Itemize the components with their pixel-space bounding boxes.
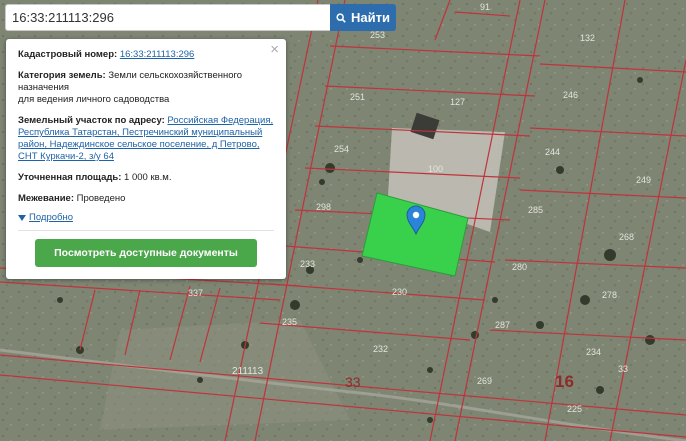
search-input[interactable] xyxy=(5,4,330,31)
area-row: Уточненная площадь: 1 000 кв.м. xyxy=(18,172,274,184)
parcel-label: 337 xyxy=(188,288,203,298)
cadastral-number-link[interactable]: 16:33:211113:296 xyxy=(120,49,195,60)
parcel-label: 298 xyxy=(316,202,331,212)
parcel-label: 91 xyxy=(480,2,490,12)
close-icon[interactable]: × xyxy=(270,42,279,57)
parcel-info-panel: × Кадастровый номер: 16:33:211113:296 Ка… xyxy=(6,39,286,279)
quarter-label: 16 xyxy=(555,372,574,391)
parcel-label: 285 xyxy=(528,205,543,215)
details-toggle[interactable]: Подробно xyxy=(18,212,274,224)
survey-value: Проведено xyxy=(76,193,126,204)
cadastral-number-row: Кадастровый номер: 16:33:211113:296 xyxy=(18,49,274,61)
details-toggle-label: Подробно xyxy=(29,212,73,223)
parcel-label: 251 xyxy=(350,92,365,102)
parcel-label: 234 xyxy=(586,347,601,357)
parcel-label: 269 xyxy=(477,376,492,386)
view-documents-button[interactable]: Посмотреть доступные документы xyxy=(35,239,257,267)
address-row: Земельный участок по адресу: Российская … xyxy=(18,115,274,163)
parcel-label: 100 xyxy=(428,164,443,174)
parcel-label: 127 xyxy=(450,97,465,107)
parcel-label: 232 xyxy=(373,344,388,354)
triangle-down-icon xyxy=(18,215,26,221)
search-button-label: Найти xyxy=(351,10,390,25)
search-button[interactable]: Найти xyxy=(330,4,396,31)
parcel-label: 235 xyxy=(282,317,297,327)
parcel-label: 280 xyxy=(512,262,527,272)
parcel-label: 230 xyxy=(392,287,407,297)
block-label: 211113 xyxy=(232,366,264,377)
search-bar: Найти xyxy=(5,4,396,31)
survey-label: Межевание: xyxy=(18,193,74,204)
area-label: Уточненная площадь: xyxy=(18,172,122,183)
parcel-label: 244 xyxy=(545,147,560,157)
parcel-label: 33 xyxy=(618,364,628,374)
parcel-label: 233 xyxy=(300,259,315,269)
divider xyxy=(18,230,274,231)
cadastral-number-label: Кадастровый номер: xyxy=(18,49,118,60)
land-category-label: Категория земель: xyxy=(18,70,106,81)
parcel-label: 268 xyxy=(619,232,634,242)
parcel-label: 278 xyxy=(602,290,617,300)
land-category-row: Категория земель: Земли сельскохозяйстве… xyxy=(18,70,274,106)
survey-row: Межевание: Проведено xyxy=(18,193,274,205)
parcel-label: 253 xyxy=(370,30,385,40)
land-use-value: для ведения личного садоводства xyxy=(18,94,170,105)
parcel-label: 225 xyxy=(567,404,582,414)
parcel-label: 246 xyxy=(563,90,578,100)
parcel-label: 254 xyxy=(334,144,349,154)
parcel-label: 287 xyxy=(495,320,510,330)
search-icon xyxy=(336,12,346,23)
road-label: 33 xyxy=(345,374,361,390)
address-label: Земельный участок по адресу: xyxy=(18,115,165,126)
parcel-label: 249 xyxy=(636,175,651,185)
parcel-label: 132 xyxy=(580,33,595,43)
area-value: 1 000 кв.м. xyxy=(124,172,172,183)
